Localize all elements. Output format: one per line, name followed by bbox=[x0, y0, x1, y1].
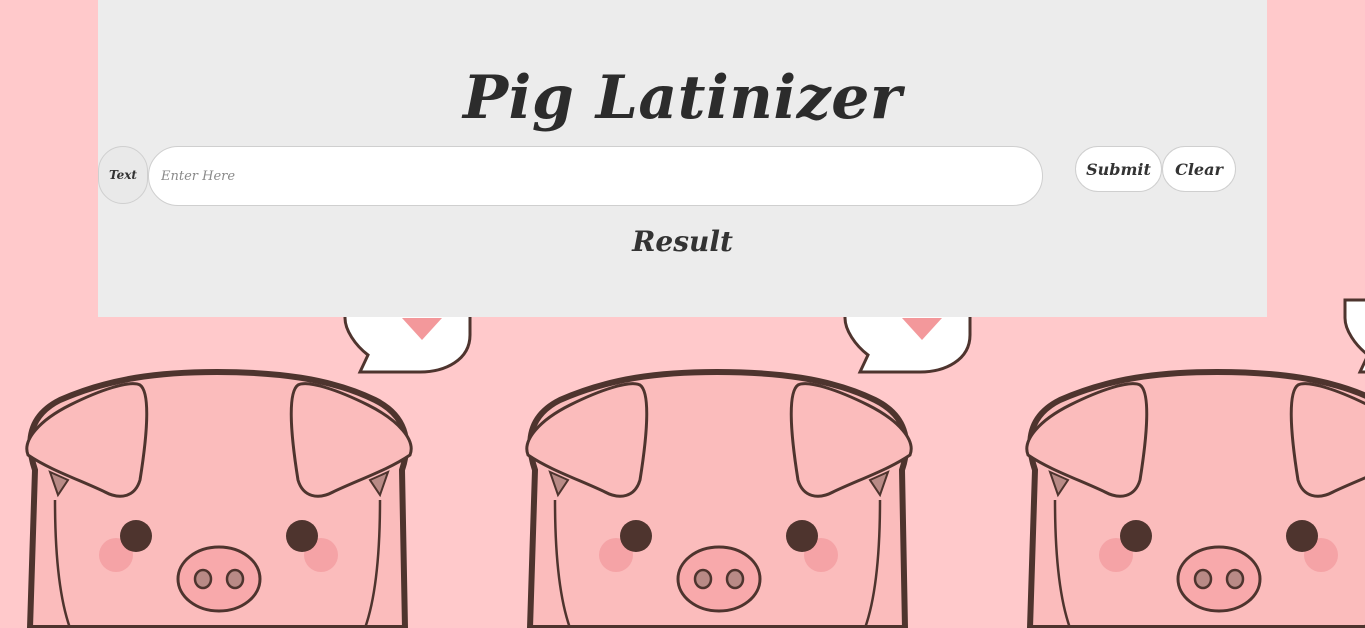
result-heading: Result bbox=[632, 225, 733, 258]
submit-button[interactable]: Submit bbox=[1075, 146, 1162, 192]
main-panel: Pig Latinizer Text Submit Clear Result bbox=[98, 0, 1267, 317]
text-input[interactable] bbox=[148, 146, 1043, 206]
page-title: Pig Latinizer bbox=[462, 63, 903, 133]
text-input-label: Text bbox=[98, 146, 148, 204]
clear-button[interactable]: Clear bbox=[1162, 146, 1236, 192]
